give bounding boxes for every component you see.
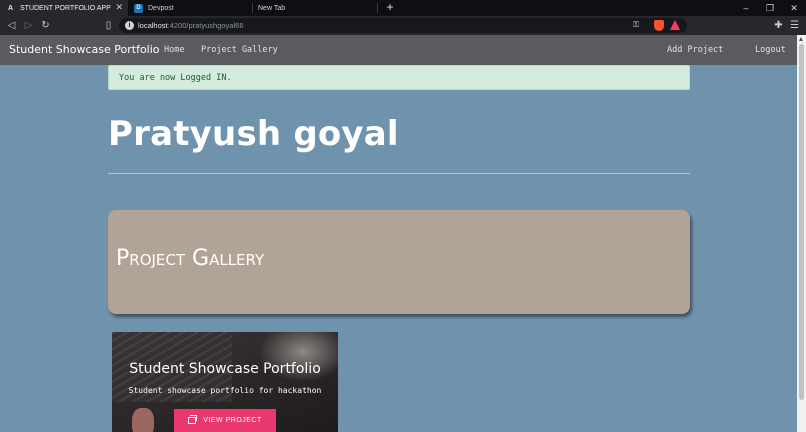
project-gallery-jumbotron: Project Gallery [108, 210, 690, 314]
profile-name-heading: Pratyush goyal [108, 114, 399, 154]
nav-link-logout[interactable]: Logout [755, 45, 786, 55]
photo-hand [132, 408, 154, 432]
url-path: :4200/pratyushgoyal66 [167, 21, 244, 30]
alert-message: You are now Logged IN. [119, 73, 232, 83]
site-info-icon[interactable]: i [125, 21, 134, 30]
address-bar[interactable]: i localhost:4200/pratyushgoyal66 ⚿ [119, 18, 687, 33]
project-card-description: Student showcase portfolio for hackathon [128, 386, 322, 395]
key-icon[interactable]: ⚿ [633, 20, 639, 30]
menu-icon[interactable]: ☰ [788, 19, 801, 32]
project-gallery-title: Project Gallery [116, 246, 265, 271]
tab-title: STUDENT PORTFOLIO APP [20, 4, 111, 12]
project-card-title: Student Showcase Portfolio [129, 361, 321, 377]
app-navbar: Student Showcase Portfolio Home Project … [0, 35, 797, 65]
forward-icon[interactable]: ▷ [22, 19, 35, 32]
login-success-alert: You are now Logged IN. [108, 65, 690, 90]
close-window-icon[interactable]: ✕ [782, 0, 806, 16]
nav-link-add-project[interactable]: Add Project [667, 45, 723, 55]
reload-icon[interactable]: ↻ [39, 19, 52, 32]
tab-title: Devpost [148, 4, 174, 12]
brave-shields-icon[interactable] [654, 20, 664, 31]
view-project-button[interactable]: VIEW PROJECT [174, 409, 276, 432]
browser-tab-strip: A STUDENT PORTFOLIO APP ✕ D Devpost New … [0, 0, 806, 16]
new-tab-plus-icon[interactable]: + [384, 1, 396, 13]
url-text[interactable]: localhost:4200/pratyushgoyal66 [138, 20, 244, 31]
tab-new-tab[interactable]: New Tab [252, 0, 376, 16]
tab-divider [377, 3, 378, 13]
brave-rewards-icon[interactable] [670, 20, 680, 30]
back-icon[interactable]: ◁ [5, 19, 18, 32]
nav-link-home[interactable]: Home [164, 45, 184, 55]
open-external-icon [188, 415, 198, 424]
project-card: Student Showcase Portfolio Student showc… [112, 332, 338, 432]
view-project-label: VIEW PROJECT [203, 417, 262, 424]
scrollbar-thumb[interactable] [799, 44, 804, 400]
browser-toolbar: ◁ ▷ ↻ ▯ i localhost:4200/pratyushgoyal66… [0, 16, 806, 35]
page-scrollbar[interactable] [797, 35, 806, 432]
extensions-puzzle-icon[interactable]: ✚ [772, 19, 785, 32]
navbar-brand[interactable]: Student Showcase Portfolio [9, 43, 160, 56]
tab-devpost[interactable]: D Devpost [128, 0, 252, 16]
tab-title: New Tab [258, 4, 286, 12]
restore-window-icon[interactable]: ❐ [758, 0, 782, 16]
tab-student-portfolio[interactable]: A STUDENT PORTFOLIO APP ✕ [0, 0, 128, 16]
divider [108, 173, 690, 174]
minimize-window-icon[interactable]: – [734, 0, 758, 16]
bookmark-icon[interactable]: ▯ [102, 19, 115, 32]
url-host: localhost [138, 21, 168, 30]
nav-link-project-gallery[interactable]: Project Gallery [201, 45, 278, 55]
devpost-favicon-icon: D [134, 3, 143, 13]
angular-favicon-icon: A [7, 4, 14, 12]
close-tab-icon[interactable]: ✕ [115, 3, 123, 12]
scroll-up-arrow-icon[interactable] [799, 37, 803, 41]
